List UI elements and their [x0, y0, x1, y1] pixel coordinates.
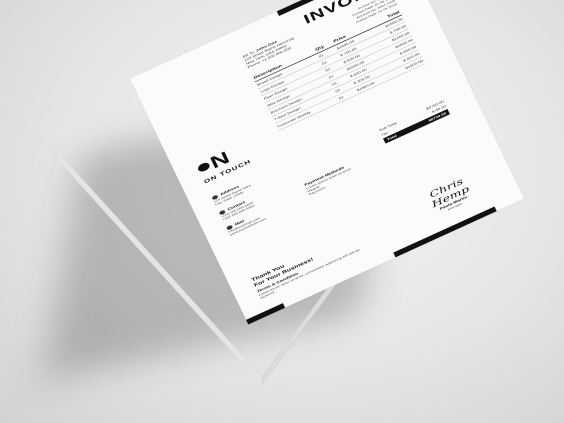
logo-dot-icon — [196, 161, 211, 174]
bottom-left-accent-bar — [246, 303, 286, 325]
invoice-page: INVOICE Invoice No: 0000123 Invoice Date… — [129, 0, 525, 325]
document-perspective: INVOICE Invoice No: 0000123 Invoice Date… — [0, 0, 564, 423]
items-table: Description Qty Price Total Brand Design… — [251, 8, 426, 131]
totals-block: Sub Total $8750.00 Tax $ 00.00 Total $87… — [378, 99, 450, 144]
total-label: Total — [386, 133, 398, 142]
mockup-scene: INVOICE Invoice No: 0000123 Invoice Date… — [0, 0, 564, 423]
tax-row: Tax $ 00.00 — [380, 103, 447, 137]
payment-methods: Payment Methods Lorem ipsum dolor sit am… — [304, 147, 392, 196]
bottom-accent-bar — [393, 206, 497, 258]
